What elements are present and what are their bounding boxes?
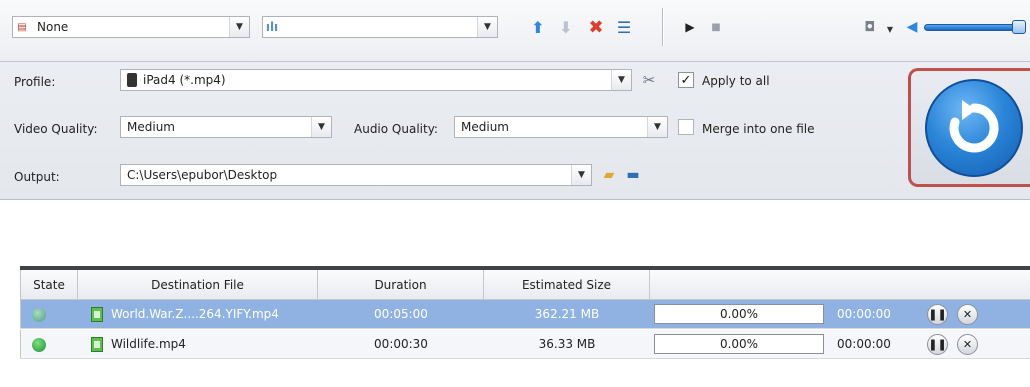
convert-button[interactable]	[925, 79, 1023, 177]
column-header-state[interactable]: State	[21, 270, 78, 300]
convert-highlight-frame	[908, 68, 1030, 187]
chevron-down-icon[interactable]: ▼	[611, 70, 631, 90]
subtitle-select[interactable]: ▤ None ▼	[12, 16, 250, 38]
conversion-table: State Destination File Duration Estimate…	[20, 266, 1030, 387]
chevron-down-icon[interactable]: ▼	[647, 117, 667, 137]
elapsed-time: 00:00:00	[837, 307, 891, 321]
merge-label: Merge into one file	[702, 122, 815, 136]
destination-file: World.War.Z....264.YIFY.mp4	[111, 307, 279, 321]
chevron-down-icon[interactable]: ▼	[571, 165, 591, 185]
folder-icon[interactable]: ▰	[600, 166, 618, 184]
destination-file: Wildlife.mp4	[111, 337, 186, 351]
audio-quality-select[interactable]: Medium ▼	[454, 116, 668, 138]
open-folder-icon[interactable]: ▬	[624, 166, 642, 184]
subtitle-icon: ▤	[17, 21, 27, 33]
chevron-down-icon[interactable]: ▼	[477, 17, 497, 37]
state-icon	[32, 308, 46, 322]
settings-panel: ▤ None ▼ ılı ▼ ⬆ ⬇ ✖ ☰ ▶ ■ ◘ ▼ ◀ Profile…	[0, 0, 1030, 200]
column-header-duration[interactable]: Duration	[318, 270, 484, 300]
output-label: Output:	[14, 170, 60, 184]
elapsed-time: 00:00:00	[837, 337, 891, 351]
pause-icon[interactable]: ❚❚	[927, 334, 948, 355]
pause-icon[interactable]: ❚❚	[927, 304, 948, 325]
progress-bar: 0.00%	[654, 304, 824, 324]
speaker-icon[interactable]: ◀	[902, 17, 922, 37]
video-file-icon	[91, 307, 103, 322]
arrow-down-icon[interactable]: ⬇	[556, 17, 576, 37]
duration: 00:00:30	[374, 337, 428, 351]
x-icon[interactable]: ✖	[586, 17, 606, 38]
profile-value: iPad4 (*.mp4)	[143, 73, 226, 87]
close-icon[interactable]: ✕	[957, 334, 978, 355]
column-header-size[interactable]: Estimated Size	[484, 270, 650, 300]
profile-select[interactable]: iPad4 (*.mp4) ▼	[120, 69, 632, 91]
output-path-value: C:\Users\epubor\Desktop	[127, 168, 278, 182]
video-quality-label: Video Quality:	[14, 122, 98, 136]
merge-checkbox[interactable]	[678, 119, 694, 135]
apply-all-label: Apply to all	[702, 74, 770, 88]
estimated-size: 362.21 MB	[534, 307, 600, 321]
table-row[interactable]: World.War.Z....264.YIFY.mp4 00:05:00 362…	[20, 300, 1030, 329]
profile-label: Profile:	[14, 75, 56, 89]
settings-icon[interactable]: ✂	[640, 71, 658, 89]
apply-all-checkbox[interactable]: ✓	[678, 72, 694, 88]
ipad-icon	[127, 73, 137, 87]
arrow-up-icon[interactable]: ⬆	[528, 17, 548, 37]
column-header-progress	[650, 270, 1030, 300]
stop-icon[interactable]: ■	[706, 17, 726, 37]
video-quality-select[interactable]: Medium ▼	[120, 116, 332, 138]
estimated-size: 36.33 MB	[538, 337, 596, 351]
subtitle-value: None	[37, 20, 69, 34]
volume-slider[interactable]	[924, 24, 1020, 31]
duration: 00:05:00	[374, 307, 428, 321]
audio-quality-value: Medium	[461, 120, 509, 134]
toolbar: ▤ None ▼ ılı ▼ ⬆ ⬇ ✖ ☰ ▶ ■ ◘ ▼ ◀	[0, 0, 1030, 62]
play-icon[interactable]: ▶	[680, 17, 700, 37]
toolbar-divider	[662, 8, 664, 46]
volume-slider-handle[interactable]	[1012, 20, 1026, 34]
chevron-down-icon[interactable]: ▼	[880, 19, 900, 39]
table-header: State Destination File Duration Estimate…	[20, 270, 1030, 300]
camera-icon[interactable]: ◘	[860, 17, 880, 37]
chevron-down-icon[interactable]: ▼	[229, 17, 249, 37]
chevron-down-icon[interactable]: ▼	[311, 117, 331, 137]
state-icon	[32, 338, 46, 352]
close-icon[interactable]: ✕	[957, 304, 978, 325]
video-quality-value: Medium	[127, 120, 175, 134]
output-path-select[interactable]: C:\Users\epubor\Desktop ▼	[120, 164, 592, 186]
audio-track-icon: ılı	[265, 20, 279, 34]
audio-track-select[interactable]: ılı ▼	[262, 16, 498, 38]
refresh-icon	[949, 100, 999, 153]
video-file-icon	[91, 337, 103, 352]
list-clear-icon[interactable]: ☰	[614, 17, 634, 37]
audio-quality-label: Audio Quality:	[354, 122, 438, 136]
column-header-destination[interactable]: Destination File	[78, 270, 318, 300]
table-row[interactable]: Wildlife.mp4 00:00:30 36.33 MB 0.00% 00:…	[20, 330, 1030, 359]
progress-bar: 0.00%	[654, 334, 824, 354]
